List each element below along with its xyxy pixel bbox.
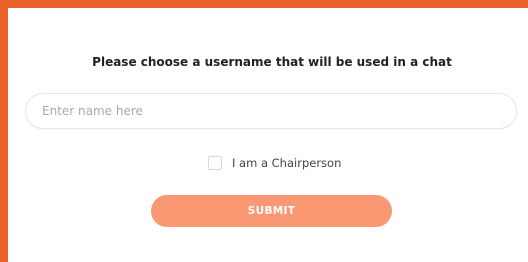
username-form-panel: Please choose a username that will be us… xyxy=(0,0,528,262)
name-input[interactable] xyxy=(25,93,517,129)
chairperson-label[interactable]: I am a Chairperson xyxy=(232,156,341,170)
chairperson-option[interactable]: I am a Chairperson xyxy=(208,154,341,172)
chairperson-checkbox[interactable] xyxy=(208,156,222,170)
form-prompt: Please choose a username that will be us… xyxy=(92,55,452,69)
submit-button[interactable]: SUBMIT xyxy=(151,195,392,227)
